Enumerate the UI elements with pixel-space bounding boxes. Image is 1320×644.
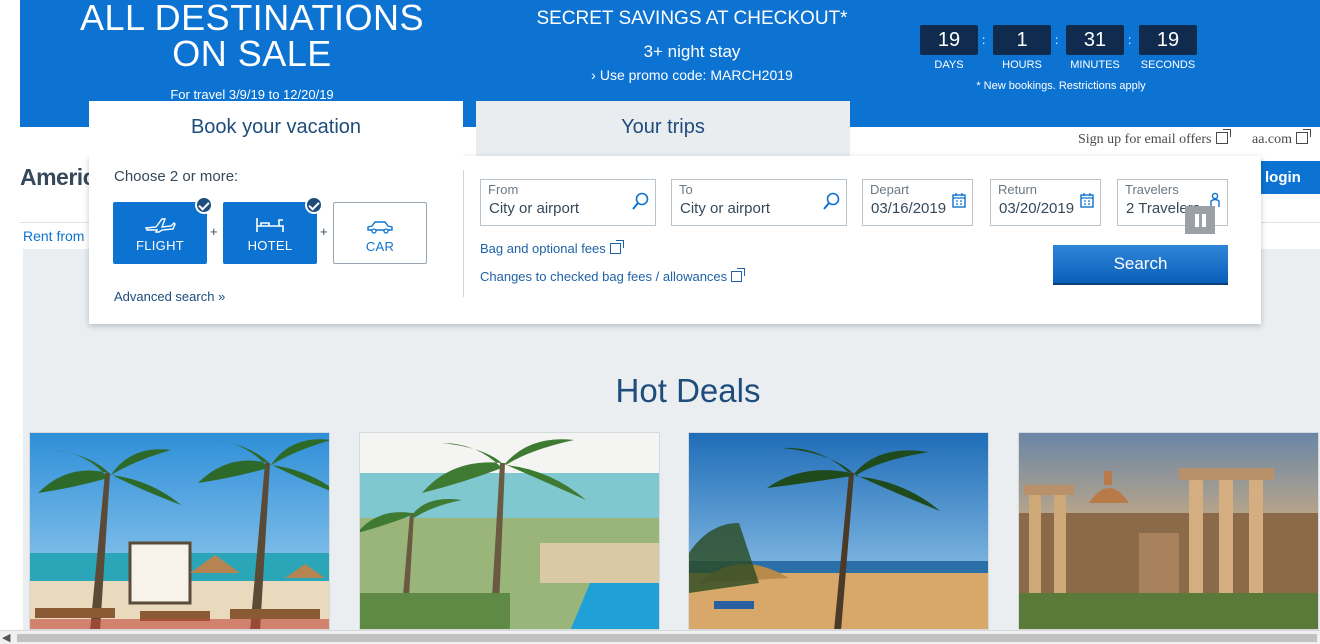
- calendar-icon[interactable]: [952, 192, 966, 213]
- external-link-icon: [731, 268, 746, 282]
- checked-bag-link[interactable]: Changes to checked bag fees / allowances: [480, 268, 746, 284]
- external-link-icon: [609, 240, 624, 254]
- brand-logo-text[interactable]: Americ: [20, 164, 95, 191]
- deal-card-rome[interactable]: [1018, 432, 1319, 630]
- promo-code: › Use promo code: MARCH2019: [522, 67, 862, 83]
- product-hotel-toggle[interactable]: HOTEL: [223, 196, 323, 264]
- return-label: Return: [998, 182, 1038, 197]
- countdown-hours: 1 HOURS: [993, 25, 1051, 71]
- panel-divider: [463, 170, 464, 297]
- scroll-left-icon[interactable]: ◀: [2, 631, 10, 644]
- calendar-icon[interactable]: [1080, 192, 1094, 213]
- chevron-right-icon: ›: [591, 67, 596, 83]
- from-placeholder: City or airport: [489, 200, 580, 217]
- product-hotel-label: HOTEL: [247, 238, 293, 253]
- deal-card-palm-resort[interactable]: [359, 432, 660, 630]
- countdown-separator: :: [1128, 33, 1132, 47]
- countdown-minutes-value: 31: [1066, 25, 1124, 55]
- countdown-separator: :: [1055, 33, 1059, 47]
- booking-widget: Your trips Choose 2 or more: FLIGHT + HO…: [89, 101, 1261, 324]
- scrollbar-thumb[interactable]: [17, 634, 1317, 642]
- promo-travel-dates: For travel 3/9/19 to 12/20/19: [170, 87, 334, 102]
- rome-forum-photo: [1019, 433, 1318, 629]
- travelers-label: Travelers: [1125, 182, 1179, 197]
- countdown-days: 19 DAYS: [920, 25, 978, 71]
- to-airport-input[interactable]: To City or airport: [671, 179, 847, 226]
- advanced-search-link[interactable]: Advanced search »: [114, 289, 225, 304]
- countdown-seconds-value: 19: [1139, 25, 1197, 55]
- bed-icon: [223, 202, 317, 234]
- plane-icon: [113, 202, 207, 234]
- beach-cabana-photo: [30, 433, 329, 629]
- tab-your-trips[interactable]: Your trips: [476, 101, 850, 156]
- rent-from-link[interactable]: Rent from: [23, 228, 84, 244]
- countdown-hours-label: HOURS: [1002, 59, 1042, 71]
- promo-secret-savings: SECRET SAVINGS AT CHECKOUT*: [536, 8, 848, 29]
- promo-night-stay: 3+ night stay: [643, 42, 741, 61]
- search-button[interactable]: Search: [1053, 245, 1228, 285]
- to-placeholder: City or airport: [680, 200, 771, 217]
- depart-value: 03/16/2019: [871, 200, 947, 217]
- search-icon[interactable]: [631, 192, 649, 217]
- depart-label: Depart: [870, 182, 910, 197]
- product-car-toggle[interactable]: CAR: [333, 202, 427, 264]
- product-flight-toggle[interactable]: FLIGHT: [113, 196, 213, 264]
- external-link-icon: [1296, 129, 1312, 144]
- return-value: 03/20/2019: [999, 200, 1075, 217]
- checkmark-icon: [195, 196, 213, 214]
- checked-bag-label: Changes to checked bag fees / allowances: [480, 269, 728, 284]
- deal-card-palm-beach[interactable]: [688, 432, 989, 630]
- horizontal-scrollbar[interactable]: ◀: [0, 630, 1320, 644]
- from-label: From: [488, 182, 519, 197]
- depart-date-input[interactable]: Depart 03/16/2019: [862, 179, 973, 226]
- countdown-minutes-label: MINUTES: [1070, 59, 1120, 71]
- pause-icon[interactable]: [1185, 206, 1215, 234]
- bag-fees-label: Bag and optional fees: [480, 241, 606, 256]
- palm-beach-sunset-photo: [689, 433, 988, 629]
- promo-headline: ALL DESTINATIONS ON SALE: [79, 0, 425, 74]
- return-date-input[interactable]: Return 03/20/2019: [990, 179, 1101, 226]
- tab-book-vacation[interactable]: Book your vacation: [89, 101, 463, 157]
- product-car-label: CAR: [365, 239, 395, 254]
- countdown-days-value: 19: [920, 25, 978, 55]
- choose-products-label: Choose 2 or more:: [114, 168, 239, 185]
- countdown-timer: 19 DAYS : 1 HOURS : 31 MINUTES : 19 SECO…: [920, 25, 1200, 75]
- from-airport-input[interactable]: From City or airport: [480, 179, 656, 226]
- car-icon: [334, 203, 426, 235]
- product-flight-label: FLIGHT: [135, 238, 185, 253]
- countdown-days-label: DAYS: [934, 59, 964, 71]
- checkmark-icon: [305, 196, 323, 214]
- bag-fees-link[interactable]: Bag and optional fees: [480, 240, 624, 256]
- countdown-separator: :: [982, 33, 986, 47]
- promo-code-text: Use promo code: MARCH2019: [599, 67, 793, 83]
- promo-restrictions-note: * New bookings. Restrictions apply: [976, 80, 1146, 92]
- booking-panel: Choose 2 or more: FLIGHT + HOTEL + CAR A…: [89, 156, 1261, 324]
- login-button[interactable]: login: [1258, 161, 1320, 194]
- search-icon[interactable]: [822, 192, 840, 217]
- plus-sign: +: [320, 224, 328, 239]
- hot-deals-heading: Hot Deals: [615, 372, 761, 409]
- deal-card-beach-cabana[interactable]: [29, 432, 330, 630]
- palm-resort-pool-photo: [360, 433, 659, 629]
- countdown-seconds: 19 SECONDS: [1139, 25, 1197, 71]
- countdown-seconds-label: SECONDS: [1140, 59, 1196, 71]
- countdown-hours-value: 1: [993, 25, 1051, 55]
- countdown-minutes: 31 MINUTES: [1066, 25, 1124, 71]
- to-label: To: [679, 182, 693, 197]
- plus-sign: +: [210, 224, 218, 239]
